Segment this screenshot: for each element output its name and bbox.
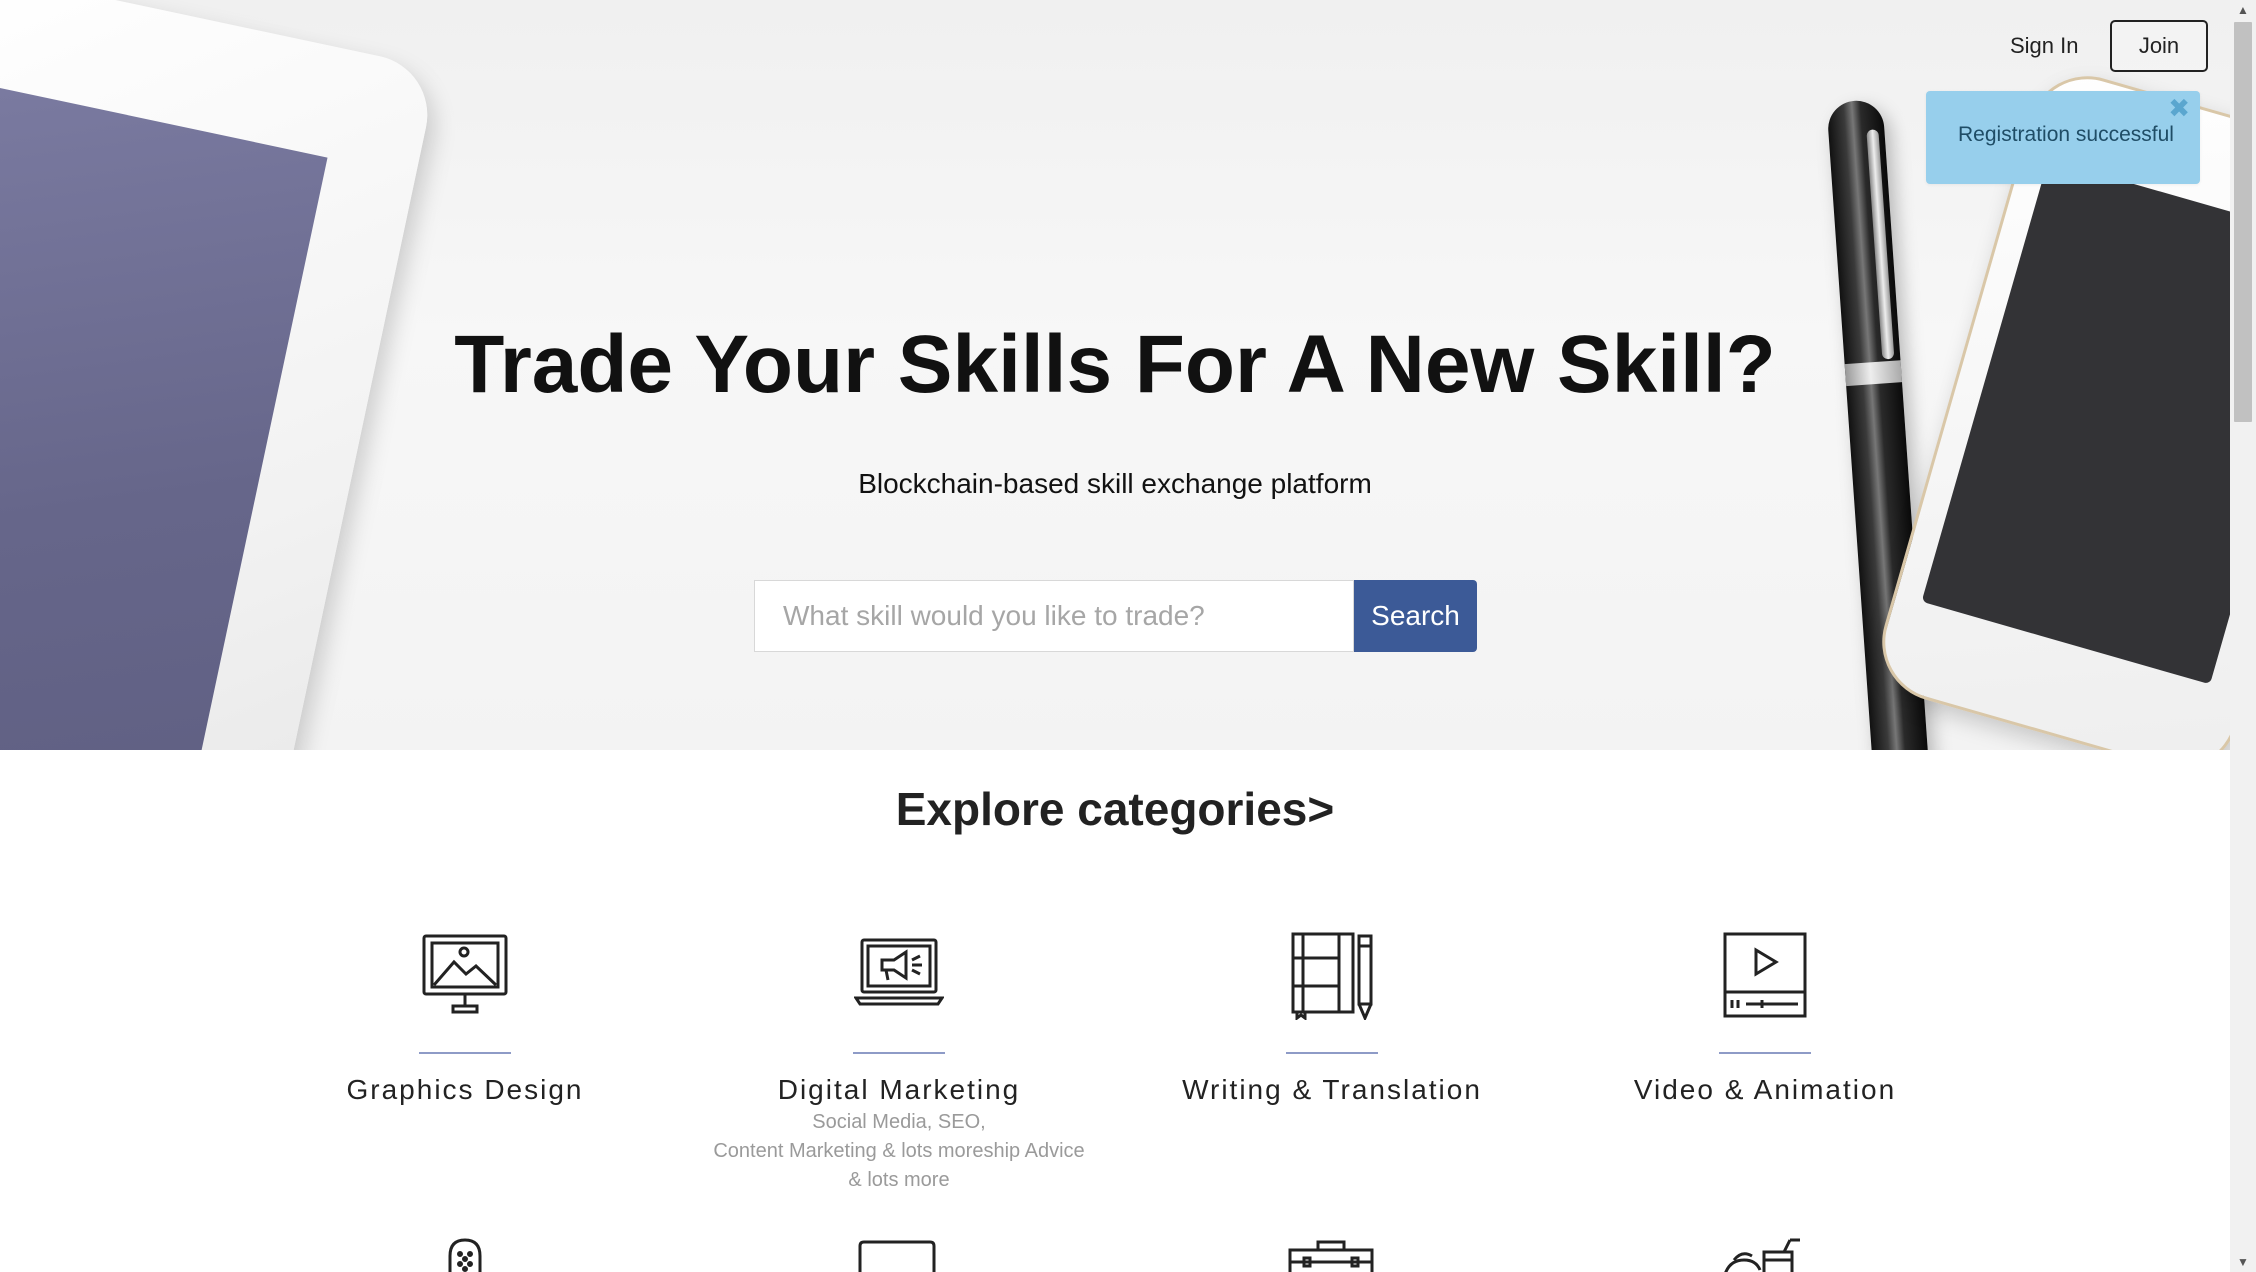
- category-desc-line: Content Marketing & lots moreship Advice: [713, 1140, 1085, 1162]
- book-pencil-icon: [1291, 932, 1373, 1020]
- hero-title: Trade Your Skills For A New Skill?: [454, 319, 1776, 410]
- scrollbar-thumb[interactable]: [2234, 22, 2252, 422]
- category-divider: [1286, 1052, 1378, 1054]
- category-desc-line: Social Media, SEO,: [812, 1111, 986, 1133]
- toast-message: Registration successful: [1958, 123, 2174, 146]
- monitor-icon[interactable]: [852, 1238, 942, 1272]
- tablet-screen: [0, 86, 328, 750]
- monitor-image-icon: [422, 934, 508, 1014]
- category-name[interactable]: Graphics Design: [255, 1072, 675, 1108]
- category-writing-translation[interactable]: Writing & Translation: [1122, 930, 1542, 1108]
- phone-screen: [1921, 159, 2230, 685]
- laptop-megaphone-icon: [854, 938, 944, 1006]
- category-video-animation[interactable]: Video & Animation: [1555, 930, 1975, 1108]
- search-bar: Search: [754, 580, 1477, 652]
- registration-toast: ✖ Registration successful: [1926, 91, 2200, 184]
- category-description: Social Media, SEO, Content Marketing & l…: [689, 1108, 1109, 1195]
- page: Sign In Join ✖ Registration successful T…: [0, 0, 2256, 1272]
- category-name[interactable]: Writing & Translation: [1122, 1072, 1542, 1108]
- video-player-icon: [1723, 932, 1807, 1018]
- search-input[interactable]: [754, 580, 1354, 652]
- category-digital-marketing[interactable]: Digital Marketing Social Media, SEO, Con…: [689, 930, 1109, 1195]
- categories-heading[interactable]: Explore categories>: [0, 782, 2230, 836]
- scroll-up-icon[interactable]: ▲: [2230, 0, 2256, 20]
- sign-in-link[interactable]: Sign In: [2010, 28, 2079, 64]
- hero-section: Sign In Join ✖ Registration successful T…: [0, 0, 2230, 750]
- category-desc-line: & lots more: [848, 1169, 950, 1191]
- category-divider: [1719, 1052, 1811, 1054]
- microphone-icon[interactable]: [420, 1238, 510, 1272]
- join-button[interactable]: Join: [2110, 20, 2208, 72]
- page-scrollbar[interactable]: ▲ ▼: [2230, 0, 2256, 1272]
- category-divider: [419, 1052, 511, 1054]
- search-button[interactable]: Search: [1354, 580, 1477, 652]
- food-drink-icon[interactable]: [1720, 1238, 1810, 1272]
- category-name[interactable]: Digital Marketing: [689, 1072, 1109, 1108]
- category-divider: [853, 1052, 945, 1054]
- hero-subtitle: Blockchain-based skill exchange platform: [858, 468, 1372, 499]
- briefcase-icon[interactable]: [1286, 1238, 1376, 1272]
- close-icon[interactable]: ✖: [2168, 95, 2190, 121]
- scroll-down-icon[interactable]: ▼: [2230, 1252, 2256, 1272]
- category-name[interactable]: Video & Animation: [1555, 1072, 1975, 1108]
- category-graphics-design[interactable]: Graphics Design: [255, 930, 675, 1108]
